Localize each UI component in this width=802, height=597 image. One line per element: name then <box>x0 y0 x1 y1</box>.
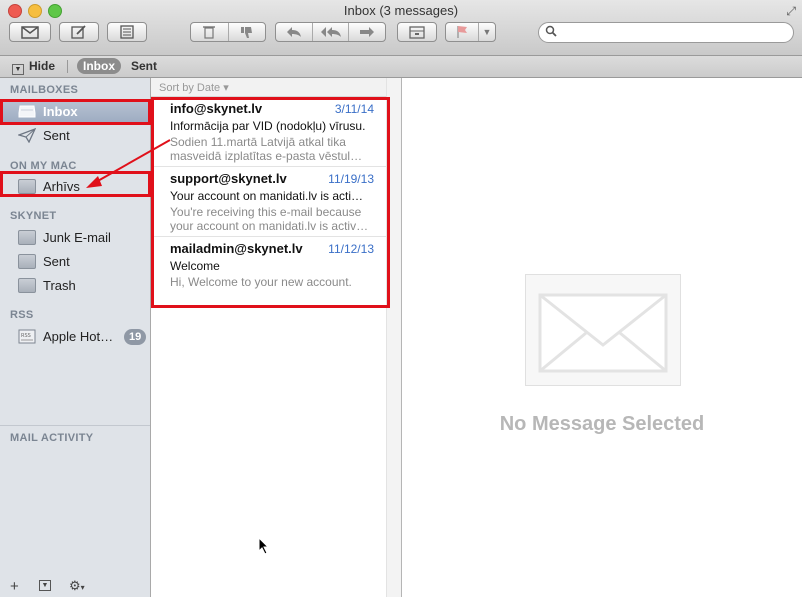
sidebar-item-trash[interactable]: Trash <box>0 275 150 297</box>
window-titlebar: Inbox (3 messages) ⤢ ▼ <box>0 0 802 56</box>
sidebar-item-label: Sent <box>43 128 70 143</box>
svg-text:RSS: RSS <box>21 333 31 339</box>
mail-activity-section: MAIL ACTIVITY <box>0 425 150 444</box>
favorite-inbox-button[interactable]: Inbox <box>77 58 121 74</box>
search-icon <box>545 25 557 40</box>
delete-button[interactable] <box>191 23 229 41</box>
envelope-icon <box>21 25 39 39</box>
favorite-sent-button[interactable]: Sent <box>131 59 157 73</box>
folder-icon <box>18 230 36 245</box>
add-mailbox-button[interactable]: + <box>10 578 19 595</box>
flag-button[interactable] <box>446 23 479 41</box>
sidebar-item-skynet-sent[interactable]: Sent <box>0 251 150 273</box>
divider <box>67 60 68 73</box>
trash-icon <box>203 26 216 39</box>
junk-button[interactable] <box>229 23 266 41</box>
archive-button[interactable] <box>397 22 437 42</box>
show-hide-button[interactable]: ▼ <box>39 580 51 591</box>
annotation-box-messages <box>151 97 390 308</box>
chevron-down-icon: ▼ <box>12 64 24 75</box>
hide-mailboxes-button[interactable]: ▼ Hide <box>12 59 55 75</box>
search-field[interactable] <box>538 22 794 43</box>
folder-icon <box>18 254 36 269</box>
thumbs-down-icon <box>240 26 252 38</box>
sidebar-item-label: Sent <box>43 254 70 269</box>
hide-label: Hide <box>29 59 56 73</box>
search-input[interactable] <box>561 25 785 41</box>
forward-button[interactable] <box>349 23 385 41</box>
gear-icon[interactable]: ⚙▾ <box>69 578 85 594</box>
skynet-header: SKYNET <box>10 210 57 222</box>
mouse-cursor-icon <box>258 537 270 555</box>
message-preview-pane: No Message Selected <box>402 78 802 597</box>
sidebar-item-rss-feed[interactable]: RSS Apple Hot… 19 <box>0 326 150 348</box>
reply-all-icon <box>320 27 341 37</box>
no-message-selected-text: No Message Selected <box>499 413 705 435</box>
note-icon <box>120 25 134 39</box>
mail-activity-header: MAIL ACTIVITY <box>10 432 94 444</box>
delete-junk-group <box>190 22 266 42</box>
sort-by-date-label: Sort by Date ▾ <box>159 82 229 94</box>
reply-button[interactable] <box>276 23 313 41</box>
mailboxes-header: MAILBOXES <box>10 84 79 96</box>
sidebar-item-label: Apple Hot… <box>43 329 114 344</box>
sidebar-item-label: Junk E-mail <box>43 230 111 245</box>
paper-plane-icon <box>18 128 36 143</box>
archive-icon <box>409 25 425 39</box>
sidebar-item-label: Trash <box>43 278 76 293</box>
sidebar-item-junk[interactable]: Junk E-mail <box>0 227 150 249</box>
favorites-bar: ▼ Hide Inbox Sent <box>0 56 802 78</box>
new-note-button[interactable] <box>107 22 147 42</box>
sidebar-bottom-bar: + ▼ ⚙▾ <box>0 577 150 597</box>
folder-icon <box>18 278 36 293</box>
flag-group: ▼ <box>445 22 496 42</box>
rss-header: RSS <box>10 309 34 321</box>
flag-dropdown-button[interactable]: ▼ <box>479 23 495 41</box>
compose-icon <box>71 25 86 39</box>
unread-count-badge: 19 <box>124 329 147 345</box>
get-mail-button[interactable] <box>9 22 51 42</box>
rss-feed-icon: RSS <box>18 329 36 344</box>
flag-icon <box>457 26 467 38</box>
annotation-box-arhivs <box>0 171 151 197</box>
compose-button[interactable] <box>59 22 99 42</box>
forward-icon <box>360 27 375 37</box>
envelope-icon <box>525 274 681 386</box>
mailbox-sidebar: MAILBOXES Inbox Sent ON MY MAC Arhīvs SK… <box>0 78 151 597</box>
fullscreen-icon[interactable]: ⤢ <box>786 4 796 19</box>
reply-group <box>275 22 386 42</box>
sidebar-item-sent[interactable]: Sent <box>0 125 150 147</box>
reply-icon <box>286 27 301 37</box>
window-title: Inbox (3 messages) <box>343 3 459 18</box>
message-list: Sort by Date ▾ info@skynet.lv 3/11/14 In… <box>151 78 402 597</box>
annotation-box-inbox <box>0 99 151 125</box>
reply-all-button[interactable] <box>313 23 350 41</box>
sort-bar[interactable]: Sort by Date ▾ <box>151 78 386 97</box>
